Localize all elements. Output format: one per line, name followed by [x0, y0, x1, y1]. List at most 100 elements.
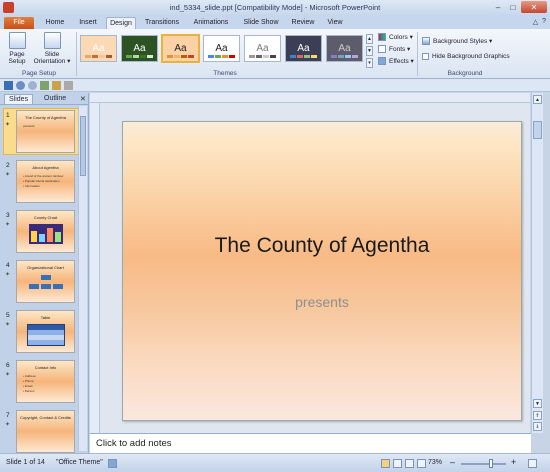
close-button[interactable]: ✕ [521, 1, 547, 13]
tab-home[interactable]: Home [41, 17, 69, 29]
tab-animations[interactable]: Animations [189, 17, 233, 29]
slide-show-icon[interactable] [417, 459, 426, 468]
notes-pane[interactable]: Click to add notes [90, 433, 531, 453]
theme-thumbnail[interactable]: Aa [161, 34, 200, 63]
horizontal-ruler [90, 93, 530, 103]
slide-transition-icon: ✦ [5, 172, 11, 178]
tab-insert[interactable]: Insert [74, 17, 102, 29]
slide-thumbnail-item[interactable]: 4 ✦ Organizational Chart [3, 260, 77, 306]
hide-background-graphics-checkbox[interactable] [422, 53, 429, 60]
thumbnail-title: County Chart [33, 215, 58, 220]
slide-thumbnail-item[interactable]: 5 ✦ Table [3, 310, 77, 356]
tab-slide-show[interactable]: Slide Show [239, 17, 283, 29]
slide-thumbnail-item[interactable]: 7 ✦ Copyright, Contact & Credits [3, 410, 77, 456]
slide-thumbnail[interactable]: The County of Agentha presents [16, 110, 75, 153]
theme-thumbnail[interactable]: Aa [203, 35, 240, 62]
customize-qat-icon[interactable] [64, 81, 73, 90]
minimize-ribbon-icon[interactable]: △ [533, 18, 538, 26]
slide-thumbnail-item[interactable]: 1 ✦ The County of Agentha presents [3, 108, 80, 156]
fit-to-window-icon[interactable] [528, 459, 537, 468]
tab-view[interactable]: View [322, 17, 348, 29]
tab-review[interactable]: Review [288, 17, 318, 29]
tab-file[interactable]: File [4, 17, 34, 29]
ribbon-separator [76, 32, 77, 76]
hide-background-graphics-option[interactable]: Hide Background Graphics [422, 53, 510, 60]
slide-thumbnail[interactable]: Organizational Chart [16, 260, 75, 303]
maximize-button[interactable]: □ [506, 1, 520, 13]
help-icon[interactable]: ? [542, 18, 546, 26]
redo-icon[interactable] [28, 81, 37, 90]
theme-sample-text: Aa [256, 43, 269, 54]
slide-editor: The County of Agentha presents [100, 103, 530, 433]
slide-subtitle[interactable]: presents [123, 294, 521, 310]
panel-scroll-thumb[interactable] [80, 116, 86, 176]
theme-sample-text: Aa [338, 43, 351, 54]
slide-thumbnail[interactable]: Contact Info • Address • Phone • Email • Per… [16, 360, 75, 403]
fonts-button[interactable]: Fonts ▾ [378, 45, 410, 53]
theme-thumbnail[interactable]: Aa [285, 35, 322, 62]
vertical-ruler [90, 103, 100, 433]
background-styles-label: Background Styles ▾ [433, 38, 493, 45]
background-styles-button[interactable]: Background Styles ▾ [422, 37, 492, 45]
window-title: ind_5334_slide.ppt [Compatibility Mode] … [169, 3, 381, 12]
slide-thumbnail-item[interactable]: 2 ✦ About Agentha • A land of the ancient r… [3, 160, 77, 206]
effects-button[interactable]: Effects ▾ [378, 57, 414, 65]
zoom-out-button[interactable]: – [450, 457, 455, 467]
thumbnail-bullet: presents [23, 124, 35, 128]
save-icon[interactable] [4, 81, 13, 90]
theme-thumbnail[interactable]: Aa [326, 35, 363, 62]
scroll-up-icon[interactable]: ▲ [533, 95, 542, 104]
page-setup-button[interactable]: Page Setup [5, 32, 29, 65]
spell-check-icon[interactable] [108, 459, 117, 468]
editor-scrollbar[interactable]: ▲ ▼ ⇑ ⇓ [531, 93, 543, 433]
tab-design[interactable]: Design [106, 17, 136, 29]
slide-transition-icon: ✦ [5, 322, 11, 328]
zoom-in-button[interactable]: + [511, 457, 516, 467]
current-slide[interactable]: The County of Agentha presents [122, 121, 522, 421]
gallery-more-icon[interactable]: ▾ [366, 58, 373, 68]
slide-orientation-button[interactable]: Slide Orientation ▾ [30, 32, 74, 65]
thumbnail-title: Organizational Chart [27, 265, 64, 270]
tab-transitions[interactable]: Transitions [141, 17, 183, 29]
slide-thumbnail[interactable]: About Agentha • A land of the ancient rai… [16, 160, 75, 203]
zoom-level[interactable]: 73% [428, 459, 442, 466]
reading-view-icon[interactable] [405, 459, 414, 468]
slide-sorter-icon[interactable] [393, 459, 402, 468]
gallery-up-icon[interactable]: ▲ [366, 34, 373, 44]
scroll-down-icon[interactable]: ▼ [533, 399, 542, 408]
editor-scroll-thumb[interactable] [533, 121, 542, 139]
minimize-button[interactable]: – [491, 1, 505, 13]
slideshow-icon[interactable] [40, 81, 49, 90]
tab-outline[interactable]: Outline [40, 94, 70, 103]
theme-color-swatches [290, 55, 317, 58]
group-label-background: Background [447, 70, 483, 77]
previous-slide-icon[interactable]: ⇑ [533, 411, 542, 420]
theme-thumbnail[interactable]: Aa [244, 35, 281, 62]
gallery-down-icon[interactable]: ▼ [366, 46, 373, 56]
normal-view-icon[interactable] [381, 459, 390, 468]
zoom-slider[interactable] [461, 463, 506, 465]
zoom-slider-thumb[interactable] [489, 459, 493, 468]
fonts-icon [378, 45, 386, 53]
theme-thumbnail[interactable]: Aa [80, 35, 117, 62]
slide-transition-icon: ✦ [5, 372, 11, 378]
panel-scrollbar[interactable] [78, 106, 87, 451]
shape-icon[interactable] [52, 81, 61, 90]
undo-icon[interactable] [16, 81, 25, 90]
panel-close-icon[interactable]: ✕ [76, 94, 90, 104]
theme-thumbnail[interactable]: Aa [121, 35, 158, 62]
slide-thumbnail[interactable]: Table [16, 310, 75, 353]
tab-slides[interactable]: Slides [4, 94, 34, 104]
slide-thumbnail-item[interactable]: 6 ✦ Contact Info • Address • Phone • Email • P… [3, 360, 77, 406]
next-slide-icon[interactable]: ⇓ [533, 422, 542, 431]
slide-thumbnail-item[interactable]: 3 ✦ County Chart [3, 210, 77, 256]
theme-gallery-scroll: ▲ ▼ ▾ [366, 34, 373, 68]
colors-button[interactable]: Colors ▾ [378, 33, 413, 41]
slide-thumbnail[interactable]: Copyright, Contact & Credits [16, 410, 75, 453]
slide-number: 5 [6, 312, 10, 319]
thumbnail-title: Contact Info [34, 365, 57, 370]
slides-panel: Slides Outline ✕ 1 ✦ The County of Agentha… [0, 93, 89, 453]
slide-thumbnail[interactable]: County Chart [16, 210, 75, 253]
theme-color-swatches [126, 55, 153, 58]
slide-title[interactable]: The County of Agentha [123, 234, 521, 258]
